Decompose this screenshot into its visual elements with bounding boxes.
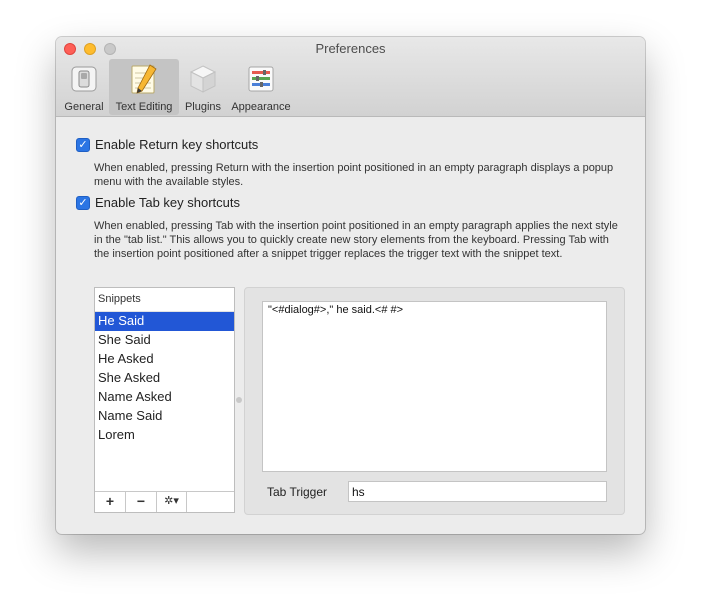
toolbar-tab-text-editing[interactable]: Text Editing (109, 59, 179, 115)
toolbar-tab-general[interactable]: General (62, 59, 106, 115)
return-shortcuts-description: When enabled, pressing Return with the i… (94, 162, 614, 188)
snippet-editor-panel: "<#dialog#>," he said.<# #> Tab Trigger … (244, 287, 625, 515)
return-shortcuts-option[interactable]: ✓ Enable Return key shortcuts (76, 137, 258, 152)
snippet-item[interactable]: She Asked (95, 369, 234, 388)
appearance-sliders-icon (248, 66, 274, 92)
add-snippet-button[interactable]: + (95, 492, 126, 512)
snippets-button-bar: + − ✲▾ (95, 491, 234, 512)
snippet-action-menu-button[interactable]: ✲▾ (157, 492, 187, 512)
snippet-item[interactable]: Name Asked (95, 388, 234, 407)
title-bar: Preferences General Text Editing Plugins… (56, 37, 645, 117)
snippets-header: Snippets (95, 288, 234, 312)
remove-snippet-button[interactable]: − (126, 492, 157, 512)
tab-trigger-field[interactable]: hs (348, 481, 607, 502)
snippet-item[interactable]: She Said (95, 331, 234, 350)
text-editing-pane: ✓ Enable Return key shortcuts When enabl… (56, 118, 645, 534)
snippet-item[interactable]: Lorem (95, 426, 234, 445)
toolbar-label-appearance: Appearance (231, 101, 291, 113)
toolbar-label-plugins: Plugins (184, 101, 222, 113)
tab-trigger-label: Tab Trigger (267, 485, 328, 499)
toolbar-label-general: General (64, 101, 104, 113)
tab-shortcuts-label: Enable Tab key shortcuts (95, 195, 241, 210)
snippets-list[interactable]: Snippets He Said She Said He Asked She A… (94, 287, 235, 513)
toolbar-tab-plugins[interactable]: Plugins (181, 59, 225, 115)
snippet-item[interactable]: He Said (95, 312, 234, 331)
plugin-cube-icon (189, 65, 217, 93)
general-switch-icon (71, 66, 97, 92)
snippet-item[interactable]: Name Said (95, 407, 234, 426)
toolbar-label-text-editing: Text Editing (115, 101, 173, 113)
preferences-window: Preferences General Text Editing Plugins… (56, 37, 645, 534)
tab-shortcuts-checkbox[interactable]: ✓ (76, 195, 90, 210)
tab-shortcuts-description: When enabled, pressing Tab with the inse… (94, 220, 618, 260)
toolbar-tab-appearance[interactable]: Appearance (228, 59, 294, 115)
pencil-notepad-icon (131, 64, 157, 94)
split-view-divider-handle[interactable] (236, 397, 242, 403)
snippet-item[interactable]: He Asked (95, 350, 234, 369)
window-title: Preferences (315, 41, 386, 56)
return-shortcuts-label: Enable Return key shortcuts (95, 137, 259, 152)
return-shortcuts-checkbox[interactable]: ✓ (76, 137, 90, 152)
tab-shortcuts-option[interactable]: ✓ Enable Tab key shortcuts (76, 195, 240, 210)
snippet-text-editor[interactable]: "<#dialog#>," he said.<# #> (262, 301, 607, 472)
